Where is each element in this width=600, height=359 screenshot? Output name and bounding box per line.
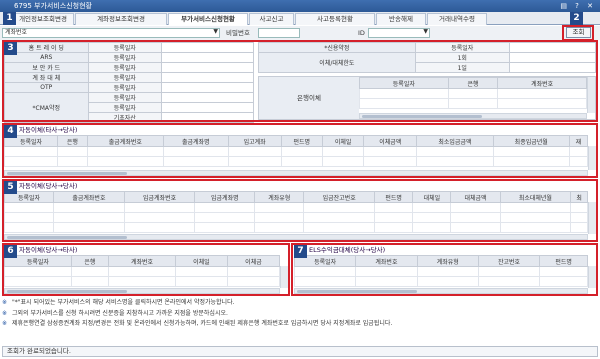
highlight-section-7 xyxy=(291,243,598,296)
marker-3: 3 xyxy=(4,42,17,55)
search-row: 계좌번호 ▼ 비밀번호 ID ▼ xyxy=(0,26,600,40)
tab-accident-report[interactable]: 사고신고 xyxy=(249,13,294,25)
window-controls[interactable]: ▤ ? ✕ xyxy=(560,0,596,12)
note-item: ※ "*"표시 되어있는 부가서비스의 해당 서비스명을 클릭하시면 온라인에서 … xyxy=(2,298,598,309)
password-field[interactable] xyxy=(258,28,300,38)
marker-2: 2 xyxy=(570,12,583,25)
note-mark: ※ xyxy=(2,309,8,317)
highlight-section-6 xyxy=(2,243,290,296)
highlight-services xyxy=(2,40,598,122)
chevron-down-icon[interactable]: ▼ xyxy=(213,28,218,36)
note-text: 그외의 부가서비스를 신청 하시려면 신분증을 지참하시고 가까운 지점을 방문… xyxy=(12,309,228,317)
highlight-section-5 xyxy=(2,179,598,242)
note-mark: ※ xyxy=(2,299,8,306)
window-titlebar: 6795 부가서비스신청현황 ▤ ? ✕ xyxy=(0,0,600,12)
tab-addon-service[interactable]: 부가서비스신청현황 xyxy=(168,13,248,25)
tab-return-release[interactable]: 반송해제 xyxy=(376,13,426,25)
tab-bar: 개인정보조회변경 계좌정보조회변경 부가서비스신청현황 사고신고 사고등록현황 … xyxy=(0,12,600,25)
marker-1: 1 xyxy=(3,12,16,25)
marker-6: 6 xyxy=(4,245,17,258)
marker-4: 4 xyxy=(4,125,17,138)
highlight-query xyxy=(562,25,594,41)
account-number-field[interactable]: 계좌번호 ▼ xyxy=(2,28,220,38)
note-text: 제휴은행연결 삼성증권계좌 지정/변경은 전화 및 온라인에서 신청가능하며, … xyxy=(12,320,393,327)
tab-transaction-receipt[interactable]: 거래내역수령 xyxy=(427,13,487,25)
notes-area: ※ "*"표시 되어있는 부가서비스의 해당 서비스명을 클릭하시면 온라인에서 … xyxy=(2,298,598,330)
window-title: 6795 부가서비스신청현황 xyxy=(14,2,92,10)
password-label: 비밀번호 xyxy=(226,29,250,37)
tab-accident-status[interactable]: 사고등록현황 xyxy=(295,13,375,25)
tab-personal-info[interactable]: 개인정보조회변경 xyxy=(12,13,74,25)
marker-5: 5 xyxy=(4,181,17,194)
status-bar: 조회가 완료되었습니다. xyxy=(2,346,598,357)
note-mark: ※ xyxy=(2,320,8,327)
chevron-down-icon[interactable]: ▼ xyxy=(423,28,428,36)
note-text: "*"표시 되어있는 부가서비스의 해당 서비스명을 클릭하시면 온라인에서 약… xyxy=(12,299,235,306)
account-label: 계좌번호 xyxy=(5,29,28,36)
id-field[interactable]: ▼ xyxy=(368,28,430,38)
id-label: ID xyxy=(358,29,365,37)
tab-account-info[interactable]: 계좌정보조회변경 xyxy=(75,13,167,25)
note-item: ※ 제휴은행연결 삼성증권계좌 지정/변경은 전화 및 온라인에서 신청가능하며,… xyxy=(2,319,598,330)
marker-7: 7 xyxy=(294,245,307,258)
note-item: ※ 그외의 부가서비스를 신청 하시려면 신분증을 지참하시고 가까운 지점을 방… xyxy=(2,309,598,320)
highlight-section-4 xyxy=(2,123,598,178)
